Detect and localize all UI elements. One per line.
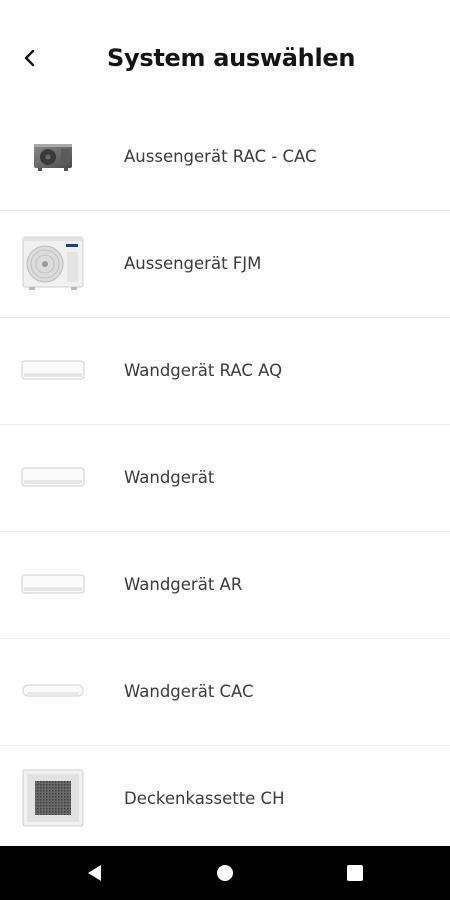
chevron-left-icon	[24, 49, 35, 67]
list-item-label: Wandgerät RAC AQ	[124, 361, 283, 380]
list-item-wall-cac[interactable]: Wandgerät CAC	[0, 639, 450, 746]
list-item-wall[interactable]: Wandgerät	[0, 425, 450, 532]
nav-recents-icon	[347, 865, 363, 881]
wall-unit-icon	[20, 443, 86, 511]
list-item-wall-rac-aq[interactable]: Wandgerät RAC AQ	[0, 318, 450, 425]
list-item-label: Wandgerät CAC	[124, 682, 254, 701]
wall-unit-icon	[20, 336, 86, 404]
system-list: Aussengerät RAC - CAC Aussengerät FJM Wa…	[0, 104, 450, 852]
nav-home-icon	[217, 865, 233, 881]
list-item-wall-ar[interactable]: Wandgerät AR	[0, 532, 450, 639]
nav-back-icon	[88, 865, 101, 881]
ceiling-cassette-icon	[20, 764, 86, 832]
list-item-ceiling-cassette-ch[interactable]: Deckenkassette CH	[0, 746, 450, 852]
back-button[interactable]	[12, 40, 48, 76]
list-item-outdoor-fjm[interactable]: Aussengerät FJM	[0, 211, 450, 318]
outdoor-unit-small-icon	[20, 122, 86, 190]
header: System auswählen	[0, 0, 450, 110]
nav-home-button[interactable]	[195, 846, 255, 900]
wall-unit-slim-icon	[20, 657, 86, 725]
list-item-outdoor-rac-cac[interactable]: Aussengerät RAC - CAC	[0, 104, 450, 211]
list-item-label: Aussengerät FJM	[124, 254, 262, 273]
list-item-label: Aussengerät RAC - CAC	[124, 147, 317, 166]
system-navigation-bar	[0, 846, 450, 900]
nav-back-button[interactable]	[65, 846, 125, 900]
list-item-label: Wandgerät	[124, 468, 215, 487]
page-title: System auswählen	[107, 44, 356, 72]
system-select-screen: System auswählen Aussengerät RAC - CAC A…	[0, 0, 450, 900]
list-item-label: Wandgerät AR	[124, 575, 243, 594]
list-item-label: Deckenkassette CH	[124, 789, 285, 808]
outdoor-unit-fan-icon	[20, 229, 86, 297]
nav-recents-button[interactable]	[325, 846, 385, 900]
wall-unit-icon	[20, 550, 86, 618]
